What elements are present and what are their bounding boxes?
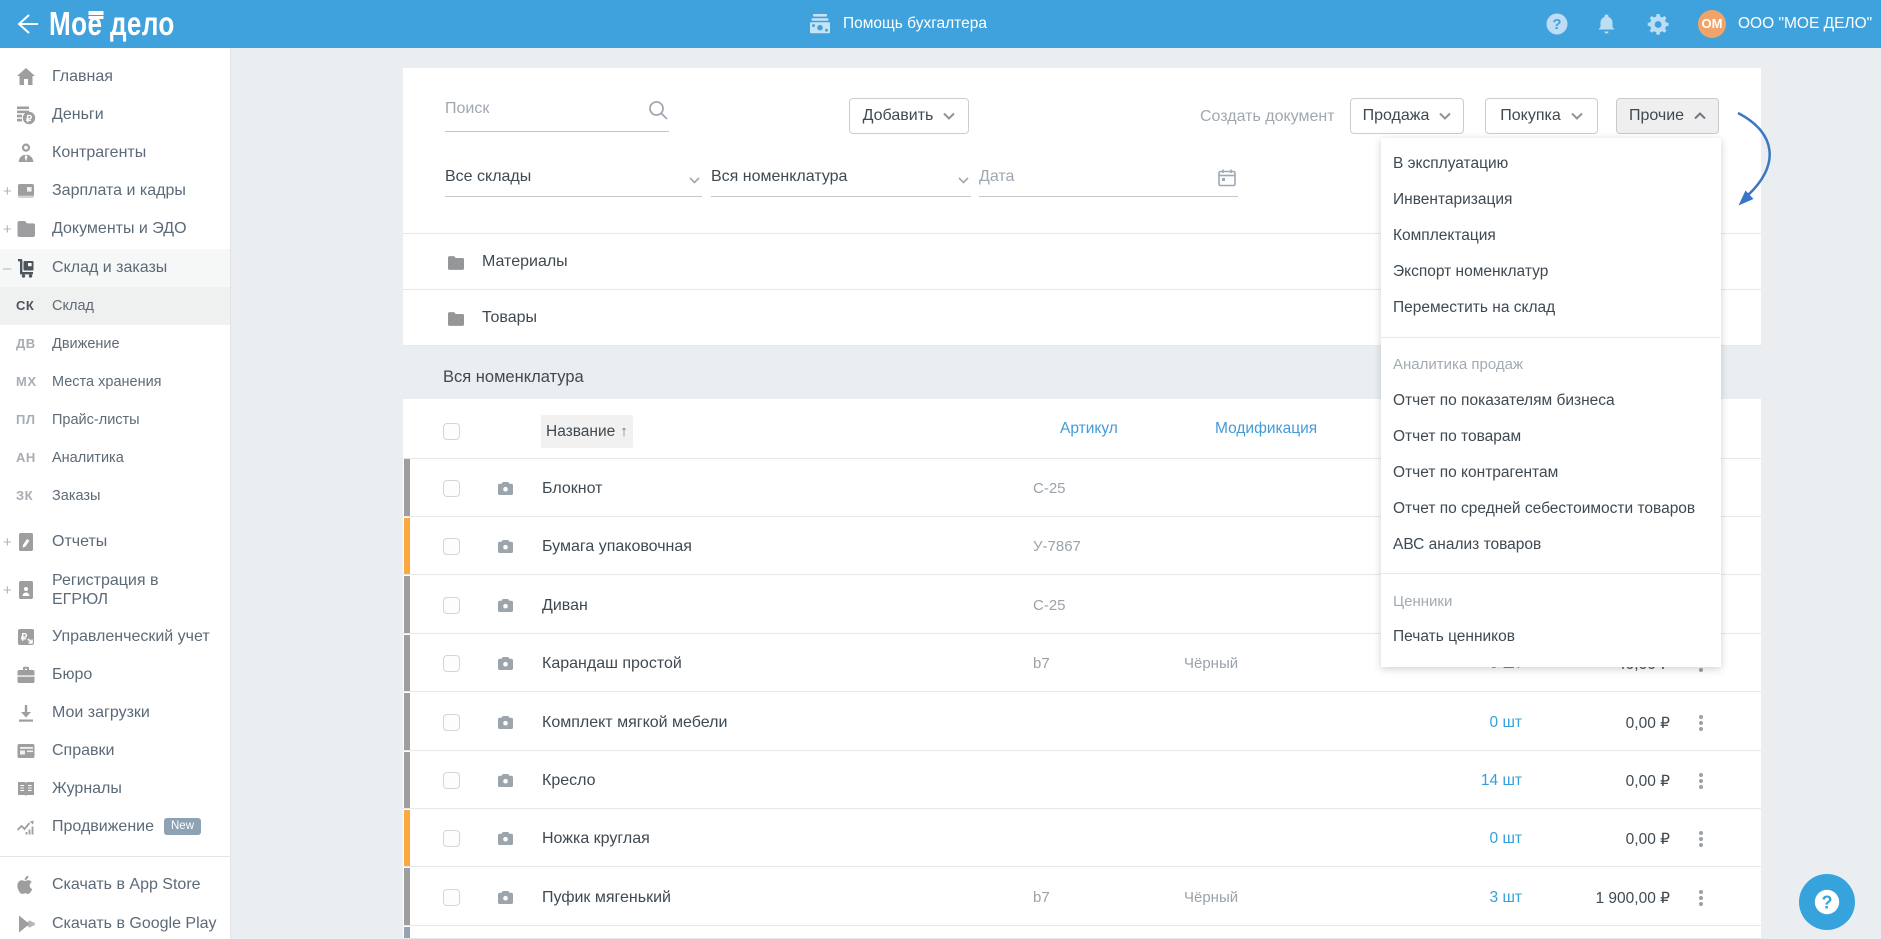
svg-text:?: ? [1822,893,1833,913]
svg-text:₽: ₽ [21,633,28,644]
svg-text:?: ? [1552,16,1561,33]
svg-text:₽: ₽ [26,114,33,125]
